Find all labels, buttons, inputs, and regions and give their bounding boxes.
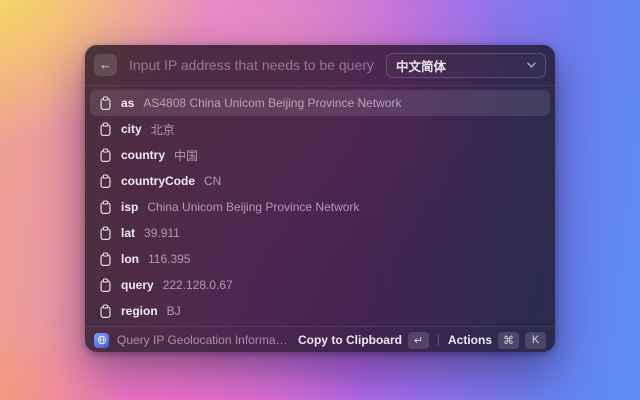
k-key-badge: K (525, 332, 546, 349)
chevron-down-icon (527, 62, 536, 68)
list-item-value: 222.128.0.67 (163, 278, 233, 292)
footer-separator (438, 334, 439, 346)
clipboard-icon (99, 226, 112, 241)
raycast-window: ← 中文简体 as AS4808 China Unicom Beijing Pr… (85, 45, 555, 352)
list-item-label: as (121, 96, 134, 110)
back-button[interactable]: ← (94, 54, 117, 76)
copy-to-clipboard-action[interactable]: Copy to Clipboard (298, 333, 402, 347)
list-item-value: CN (204, 174, 221, 188)
list-item[interactable]: city 北京 (90, 116, 550, 142)
arrow-left-icon: ← (99, 54, 112, 76)
search-input[interactable] (127, 56, 376, 74)
clipboard-icon (99, 148, 112, 163)
list-item-label: region (121, 304, 158, 318)
cmd-key-badge: ⌘ (498, 332, 519, 349)
clipboard-icon (99, 252, 112, 267)
clipboard-icon (99, 174, 112, 189)
desktop-background: ← 中文简体 as AS4808 China Unicom Beijing Pr… (0, 0, 640, 400)
list-item[interactable]: query 222.128.0.67 (90, 272, 550, 298)
search-header: ← 中文简体 (85, 45, 555, 85)
list-item-value: BJ (167, 304, 181, 318)
list-item-value: AS4808 China Unicom Beijing Province Net… (143, 96, 401, 110)
list-item-label: country (121, 148, 165, 162)
list-item-label: query (121, 278, 154, 292)
list-item-value: 中国 (174, 147, 198, 164)
footer-actions: Copy to Clipboard ↵ Actions ⌘ K (298, 332, 546, 349)
list-item[interactable]: as AS4808 China Unicom Beijing Province … (90, 90, 550, 116)
list-item[interactable]: region BJ (90, 298, 550, 324)
list-item-value: 39.911 (144, 226, 180, 240)
clipboard-icon (99, 200, 112, 215)
list-item-value: China Unicom Beijing Province Network (147, 200, 359, 214)
enter-key-badge: ↵ (408, 332, 429, 349)
list-item-label: lat (121, 226, 135, 240)
clipboard-icon (99, 122, 112, 137)
actions-button[interactable]: Actions (448, 333, 492, 347)
list-item[interactable]: country 中国 (90, 142, 550, 168)
list-item[interactable]: lat 39.911 (90, 220, 550, 246)
list-item-value: 北京 (151, 121, 175, 138)
footer-bar: Query IP Geolocation Information Copy to… (85, 327, 555, 352)
list-item-label: lon (121, 252, 139, 266)
language-dropdown-value: 中文简体 (396, 56, 446, 75)
list-item[interactable]: countryCode CN (90, 168, 550, 194)
list-item-label: city (121, 122, 142, 136)
footer-title: Query IP Geolocation Information (117, 333, 290, 347)
clipboard-icon (99, 304, 112, 319)
list-item-value: 116.395 (148, 252, 191, 266)
clipboard-icon (99, 278, 112, 293)
list-item-label: isp (121, 200, 138, 214)
list-item[interactable]: lon 116.395 (90, 246, 550, 272)
language-dropdown[interactable]: 中文简体 (386, 53, 546, 78)
result-list: as AS4808 China Unicom Beijing Province … (85, 86, 555, 326)
clipboard-icon (99, 96, 112, 111)
list-item-label: countryCode (121, 174, 195, 188)
globe-icon (94, 333, 109, 348)
list-item[interactable]: isp China Unicom Beijing Province Networ… (90, 194, 550, 220)
